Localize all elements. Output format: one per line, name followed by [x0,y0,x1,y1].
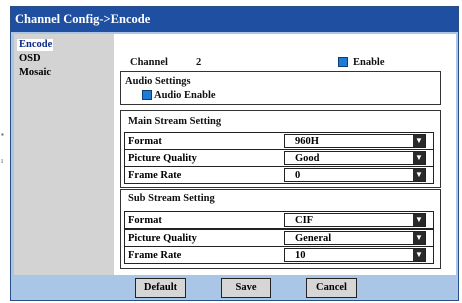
channel-value: 2 [196,57,202,68]
sub-stream-section: Sub Stream Setting Format CIF ▼ Picture … [120,189,441,269]
sub-format-value: CIF [295,215,314,226]
encode-dialog: Channel Config->Encode Encode OSD Mosaic… [10,6,459,301]
main-stream-title: Main Stream Setting [128,116,222,127]
audio-settings-section: Audio Settings Audio Enable [120,71,441,105]
sub-framerate-label: Frame Rate [128,250,182,261]
audio-settings-title: Audio Settings [125,76,191,87]
audio-enable-checkbox[interactable] [142,90,152,100]
main-quality-value: Good [295,153,320,164]
enable-label: Enable [353,57,385,68]
main-format-value: 960H [295,136,319,147]
sidebar-item-mosaic[interactable]: Mosaic [17,67,53,79]
main-format-row: Format 960H ▼ [124,132,434,150]
triangle-down-icon[interactable]: ▼ [413,152,425,164]
sidebar-item-encode[interactable]: Encode [17,39,53,51]
sub-quality-row: Picture Quality General ▼ [124,229,434,247]
sub-framerate-value: 10 [295,250,306,261]
main-format-select[interactable]: 960H ▼ [284,134,426,148]
triangle-down-icon[interactable]: ▼ [413,169,425,181]
main-framerate-label: Frame Rate [128,170,182,181]
sub-quality-select[interactable]: General ▼ [284,231,426,245]
main-quality-row: Picture Quality Good ▼ [124,149,434,167]
sub-framerate-row: Frame Rate 10 ▼ [124,246,434,264]
main-framerate-value: 0 [295,170,301,181]
channel-label: Channel [130,57,168,68]
sub-format-label: Format [128,215,162,226]
sub-format-row: Format CIF ▼ [124,211,434,229]
sidebar-item-osd[interactable]: OSD [17,53,53,65]
background-glyphs: ▪ ı [1,130,4,165]
sub-format-select[interactable]: CIF ▼ [284,213,426,227]
default-button[interactable]: Default [135,278,186,298]
sub-quality-value: General [295,233,332,244]
sidebar: Encode OSD Mosaic [14,34,114,275]
triangle-down-icon[interactable]: ▼ [413,135,425,147]
main-format-label: Format [128,136,162,147]
main-quality-select[interactable]: Good ▼ [284,151,426,165]
sub-quality-label: Picture Quality [128,233,197,244]
triangle-down-icon[interactable]: ▼ [413,214,425,226]
triangle-down-icon[interactable]: ▼ [413,232,425,244]
save-button[interactable]: Save [221,278,271,298]
triangle-down-icon[interactable]: ▼ [413,249,425,261]
main-quality-label: Picture Quality [128,153,197,164]
main-panel: Channel 2 Enable Audio Settings Audio En… [114,34,456,275]
audio-enable-label: Audio Enable [154,90,216,101]
enable-checkbox[interactable] [338,57,348,67]
sub-stream-title: Sub Stream Setting [128,193,215,204]
dialog-title: Channel Config->Encode [11,7,458,32]
cancel-button[interactable]: Cancel [306,278,357,298]
main-framerate-select[interactable]: 0 ▼ [284,168,426,182]
sub-framerate-select[interactable]: 10 ▼ [284,248,426,262]
main-stream-section: Main Stream Setting Format 960H ▼ Pictur… [120,110,441,188]
main-framerate-row: Frame Rate 0 ▼ [124,166,434,184]
